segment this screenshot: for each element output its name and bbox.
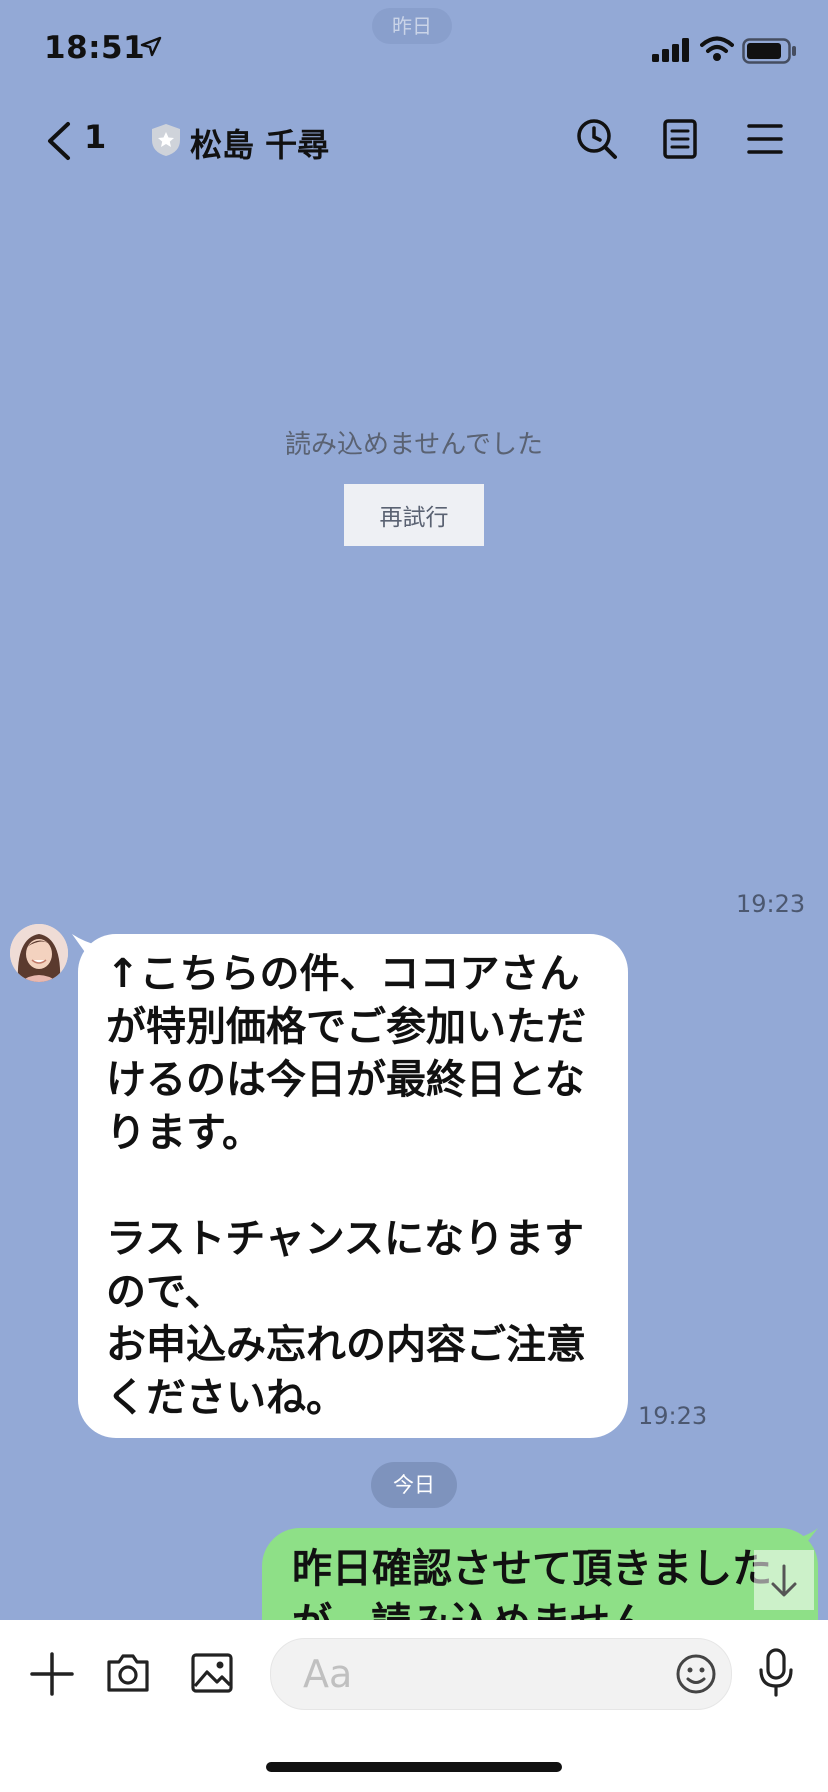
microphone-icon: [759, 1648, 793, 1697]
location-arrow-icon: [140, 36, 162, 62]
avatar-image: [10, 924, 68, 982]
back-chevron-icon: [48, 122, 70, 160]
back-button[interactable]: [44, 120, 74, 166]
avatar[interactable]: [10, 924, 68, 982]
search-history-button[interactable]: [576, 118, 618, 164]
floating-date-label: 昨日: [372, 8, 452, 44]
contact-name[interactable]: 松島 千尋: [190, 120, 329, 166]
home-indicator: [266, 1762, 562, 1772]
camera-button[interactable]: [106, 1652, 150, 1698]
load-error-message: 読み込めませんでした: [285, 430, 543, 460]
emoji-button[interactable]: [675, 1653, 717, 1699]
notes-button[interactable]: [662, 118, 700, 164]
notes-icon: [663, 119, 697, 159]
battery-icon: [742, 38, 798, 68]
scroll-to-bottom-button[interactable]: [754, 1550, 814, 1610]
message-time: 19:23: [736, 890, 806, 918]
retry-button[interactable]: 再試行: [344, 484, 484, 546]
image-button[interactable]: [190, 1652, 234, 1698]
plus-button[interactable]: [30, 1652, 74, 1700]
date-separator: 今日: [371, 1462, 457, 1508]
signal-icon: [652, 38, 692, 66]
incoming-message-text: ↑こちらの件、ココアさん が特別価格でご参加いただ けるのは今日が最終日とな り…: [106, 951, 586, 1421]
message-input-container[interactable]: [270, 1638, 732, 1710]
microphone-button[interactable]: [756, 1648, 796, 1702]
arrow-down-icon: [771, 1564, 797, 1597]
emoji-icon: [676, 1654, 716, 1694]
message-input[interactable]: [301, 1649, 635, 1699]
message-time: 19:23: [638, 1402, 708, 1430]
menu-icon: [747, 124, 783, 154]
camera-icon: [107, 1654, 149, 1692]
unread-count[interactable]: 1: [84, 118, 106, 156]
wifi-icon: [700, 36, 734, 66]
image-icon: [191, 1653, 233, 1693]
menu-button[interactable]: [746, 118, 784, 164]
status-time: 18:51: [44, 30, 146, 66]
shield-star-icon: [150, 122, 182, 162]
plus-icon: [30, 1652, 74, 1696]
search-history-icon: [577, 119, 617, 159]
